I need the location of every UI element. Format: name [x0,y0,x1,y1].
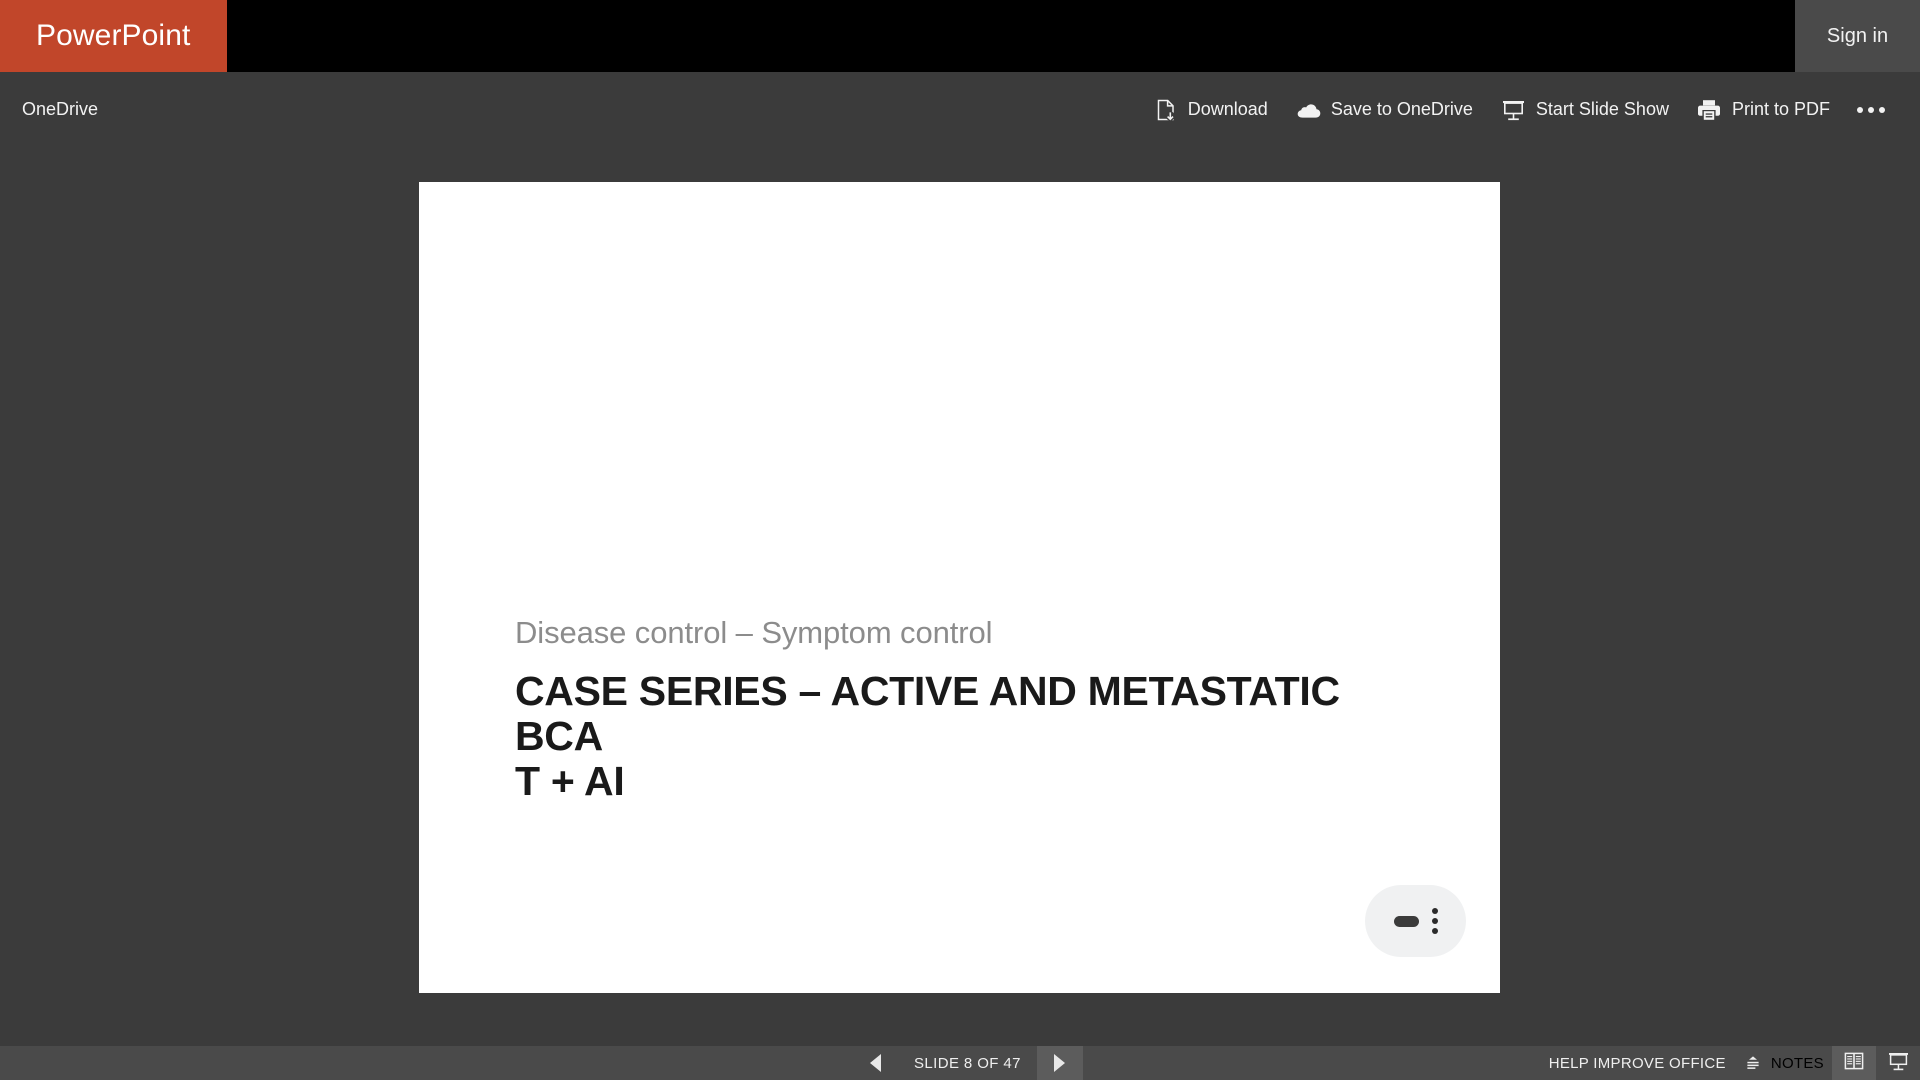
slide-navigation: SLIDE 8 OF 47 [852,1046,1083,1080]
notes-label: NOTES [1770,1054,1824,1072]
save-to-onedrive-button[interactable]: Save to OneDrive [1282,84,1487,136]
notes-button[interactable]: NOTES [1738,1046,1832,1080]
slideshow-icon [1501,97,1527,123]
breadcrumb-onedrive[interactable]: OneDrive [0,99,98,120]
notes-expand-icon [1742,1052,1764,1074]
more-vertical-icon[interactable] [1431,908,1438,934]
print-to-pdf-label: Print to PDF [1731,99,1830,119]
slide-text-block: Disease control – Symptom control CASE S… [515,615,1415,805]
next-slide-button[interactable] [1036,1046,1083,1080]
download-icon [1153,97,1179,123]
slide-stage: Disease control – Symptom control CASE S… [0,147,1920,1046]
save-to-onedrive-label: Save to OneDrive [1330,99,1473,119]
status-bar-right: HELP IMPROVE OFFICE NOTES [1537,1046,1920,1080]
brand-label: PowerPoint [36,19,191,52]
sign-in-button[interactable]: Sign in [1795,0,1920,72]
download-button[interactable]: Download [1139,84,1282,136]
command-group: Download Save to OneDrive Start Slide Sh… [1139,84,1920,136]
start-slide-show-label: Start Slide Show [1535,99,1669,119]
powerpoint-brand[interactable]: PowerPoint [0,0,227,72]
slide-subtitle: Disease control – Symptom control [515,615,993,650]
app-header: PowerPoint Sign in [0,0,1920,72]
command-bar: OneDrive Download Save to OneDrive Start… [0,72,1920,147]
slide-counter: SLIDE 8 OF 47 [914,1054,1021,1072]
ellipsis-icon [1857,106,1885,113]
slide-canvas[interactable]: Disease control – Symptom control CASE S… [419,182,1500,993]
dash-icon[interactable] [1393,915,1419,927]
slideshow-view-icon [1887,1050,1910,1077]
download-label: Download [1187,99,1268,119]
printer-icon [1697,97,1723,123]
slide-title: CASE SERIES – ACTIVE AND METASTATIC BCA … [515,668,1340,805]
next-slide-icon [1054,1054,1066,1072]
status-bar: SLIDE 8 OF 47 HELP IMPROVE OFFICE NOTES [0,1046,1920,1080]
slideshow-view-button[interactable] [1876,1046,1920,1080]
more-options-button[interactable] [1844,84,1898,136]
reading-view-button[interactable] [1832,1046,1876,1080]
previous-slide-icon [869,1054,881,1072]
reading-view-icon [1843,1050,1865,1077]
sign-in-label: Sign in [1826,24,1889,47]
help-improve-office-link[interactable]: HELP IMPROVE OFFICE [1537,1055,1738,1072]
print-to-pdf-button[interactable]: Print to PDF [1683,84,1844,136]
start-slide-show-button[interactable]: Start Slide Show [1487,84,1683,136]
previous-slide-button[interactable] [852,1046,898,1080]
slide-floating-toolbar[interactable] [1365,885,1466,957]
header-spacer [227,0,1795,72]
cloud-icon [1296,97,1322,123]
